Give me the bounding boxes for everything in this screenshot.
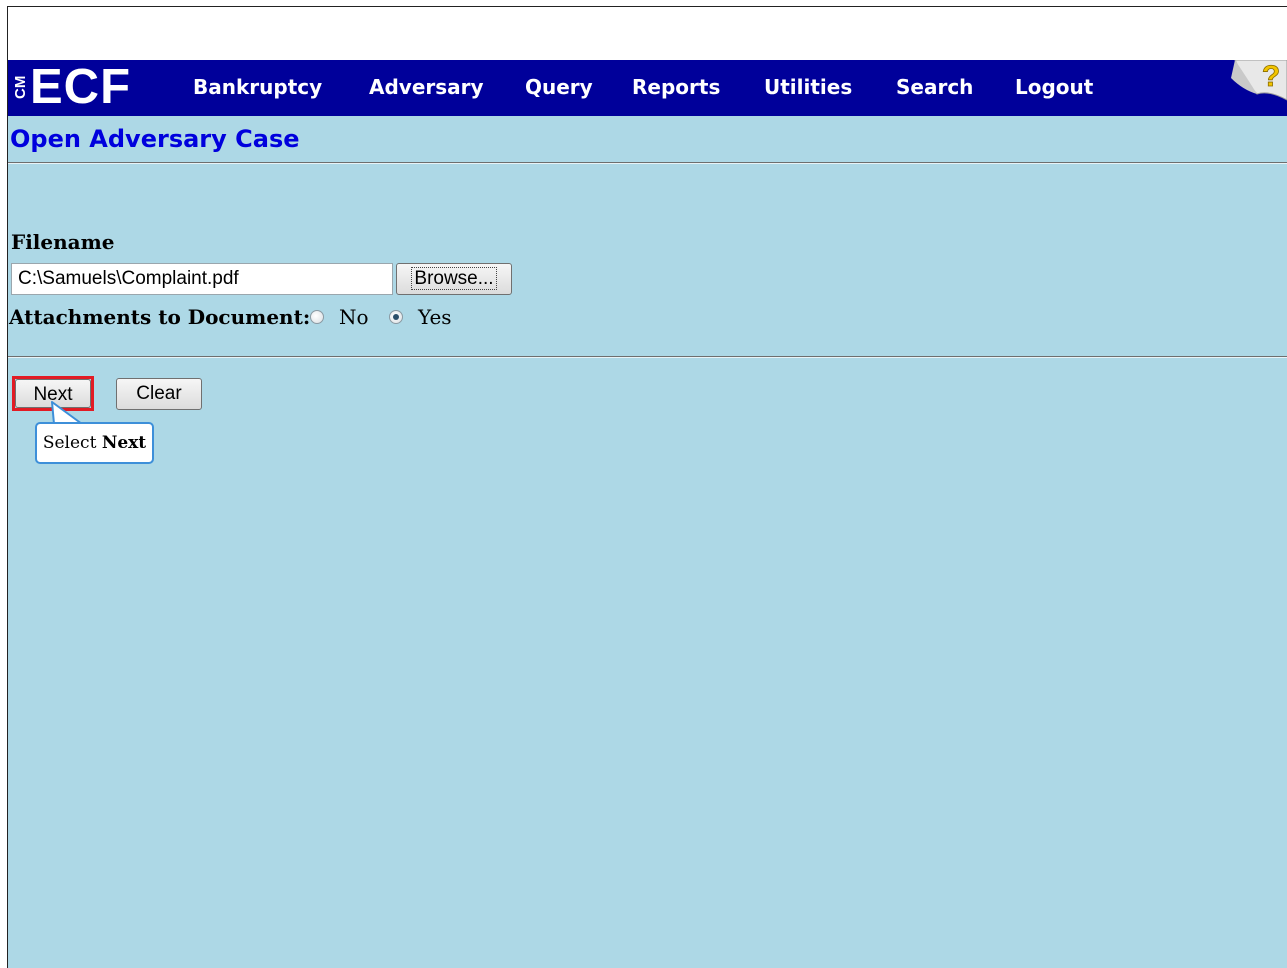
radio-selected-dot — [393, 314, 399, 320]
filename-input[interactable]: C:\Samuels\Complaint.pdf — [11, 263, 393, 295]
browser-frame: CM ECF Bankruptcy Adversary Query Report… — [7, 6, 1287, 968]
help-question-icon[interactable]: ? — [1217, 59, 1287, 116]
logo-cm-text: CM — [12, 75, 29, 99]
callout-emphasis: Next — [101, 433, 147, 453]
clear-button[interactable]: Clear — [116, 378, 202, 410]
top-navigation-bar: CM ECF Bankruptcy Adversary Query Report… — [8, 59, 1287, 116]
menu-query[interactable]: Query — [525, 74, 593, 100]
attachments-yes-label: Yes — [418, 305, 452, 329]
menu-utilities[interactable]: Utilities — [764, 74, 852, 100]
attachments-no-label: No — [339, 305, 369, 329]
menu-reports[interactable]: Reports — [632, 74, 720, 100]
main-content: Open Adversary Case Filename C:\Samuels\… — [8, 116, 1287, 968]
cmecf-logo: CM ECF — [10, 60, 160, 116]
callout-prefix: Select — [42, 433, 102, 453]
browse-button-label: Browse... — [411, 267, 497, 290]
attachments-yes-radio[interactable] — [389, 310, 403, 324]
logo-ecf-text: ECF — [30, 60, 131, 114]
attachments-label: Attachments to Document: — [9, 305, 311, 329]
menu-logout[interactable]: Logout — [1015, 74, 1093, 100]
browse-button[interactable]: Browse... — [396, 263, 512, 295]
menu-adversary[interactable]: Adversary — [369, 74, 484, 100]
divider-bottom — [8, 356, 1287, 358]
svg-text:?: ? — [1262, 60, 1280, 93]
filename-label: Filename — [11, 230, 115, 254]
divider-top — [8, 162, 1287, 164]
attachments-no-radio[interactable] — [310, 310, 324, 324]
page-title: Open Adversary Case — [10, 125, 300, 153]
menu-search[interactable]: Search — [896, 74, 973, 100]
menu-bankruptcy[interactable]: Bankruptcy — [193, 74, 322, 100]
select-next-callout: Select Next — [35, 422, 154, 464]
